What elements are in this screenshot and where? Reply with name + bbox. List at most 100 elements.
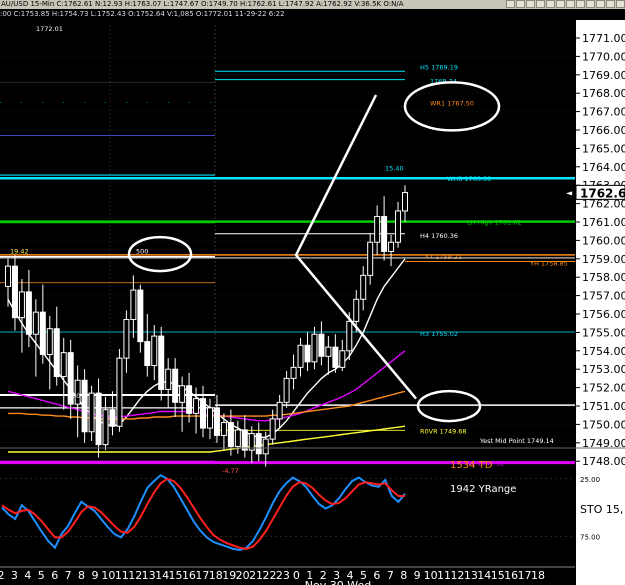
y-tick-label: 1760.00 (582, 234, 625, 247)
y-tick-label: 1759.00 (582, 253, 625, 266)
x-tick-label: 11 (437, 569, 451, 582)
annotation-label: 500 (136, 247, 148, 255)
x-tick-label: 8 (78, 569, 85, 582)
candle-body (367, 241, 374, 276)
candle-body (276, 401, 283, 420)
y-tick-label: 1758.00 (582, 271, 625, 284)
candle-body (255, 433, 262, 455)
y-tick-label: 1765.00 (582, 142, 625, 155)
candle-body (283, 377, 290, 403)
y-tick-label: 1766.00 (582, 124, 625, 137)
candle-body (269, 418, 276, 440)
x-date-label: Nov 30 Wed (305, 579, 371, 585)
candle-body (346, 320, 353, 352)
candle-body (388, 241, 395, 252)
y-tick-label: 1761.00 (582, 216, 625, 229)
candle-body (81, 379, 88, 433)
time-axis: 2 3 4 5 6 7 8 9 10 11 12 13 14 15 16 17 18 19 20 21 22 23 0 1 2 3… (0, 566, 575, 585)
candle-body (220, 422, 227, 436)
moving-averages (7, 258, 406, 453)
candle-body (290, 366, 297, 379)
stochastic-line (1, 474, 406, 552)
x-tick-label: 19 (222, 569, 236, 582)
x-tick-label: 2 (0, 569, 5, 582)
x-tick-label: 8 (400, 569, 407, 582)
y-tick-label: 1771.00 (582, 32, 625, 45)
annotation-label: -4.77 (222, 467, 239, 475)
candle-body (130, 289, 137, 321)
x-tick-label: 12 (128, 569, 142, 582)
x-tick-label: 11 (115, 569, 129, 582)
candle-body (318, 333, 325, 357)
candle-body (18, 291, 25, 319)
candle-body (311, 333, 318, 363)
candle-body (109, 409, 116, 427)
y-tick-label: 1750.00 (582, 418, 625, 431)
x-tick-label: 15 (491, 569, 505, 582)
candle-body (381, 215, 388, 252)
candle-body (374, 215, 381, 243)
candle-body (123, 319, 130, 359)
candle-body (53, 328, 60, 378)
candlesticks (5, 185, 408, 467)
level-label: Y7 1759.21 (424, 253, 462, 261)
candle-body (325, 346, 332, 357)
candle-body (339, 350, 346, 368)
last-price-arrow: ◄ (566, 188, 573, 197)
candle-body (39, 311, 46, 355)
candle-body (234, 429, 241, 447)
x-tick-label: 4 (24, 569, 31, 582)
candle-body (304, 344, 311, 363)
candle-body (360, 274, 367, 300)
candle-body (213, 407, 220, 436)
x-tick-label: 18 (209, 569, 223, 582)
stoch-title: STO 15, (580, 503, 623, 516)
level-label: LH High 1761.02 (467, 219, 521, 227)
y-tick-label: 1756.00 (582, 308, 625, 321)
x-tick-label: 6 (373, 569, 380, 582)
y-tick-label: 1764.00 (582, 161, 625, 174)
y-tick-label: 1767.00 (582, 106, 625, 119)
level-label: H3 1755.02 (420, 330, 458, 338)
x-tick-label: 7 (65, 569, 72, 582)
x-tick-label: 22 (263, 569, 277, 582)
level-label: H5 1769.19 (420, 63, 458, 71)
x-tick-label: 14 (477, 569, 491, 582)
candle-body (395, 210, 402, 243)
candle-body (102, 409, 109, 446)
stoch-tick-label: 25.00 (580, 476, 600, 484)
candle-body (144, 341, 151, 367)
candle-body (206, 407, 213, 429)
moving-average-line (7, 258, 406, 438)
x-tick-label: 23 (276, 569, 290, 582)
candle-body (179, 385, 186, 403)
candle-body (200, 398, 207, 429)
candle-body (186, 385, 193, 414)
x-tick-label: 6 (51, 569, 58, 582)
x-tick-label: 18 (531, 569, 545, 582)
candle-body (165, 368, 172, 390)
level-label: WH3 1763.38 (447, 175, 491, 183)
candle-body (25, 291, 32, 335)
level-label: Yest Mid Point 1749.14 (479, 437, 554, 445)
candle-body (32, 311, 39, 335)
price-chart[interactable]: H5 1769.191768.74WR1 1767.50WH3 1763.38L… (0, 0, 625, 585)
x-tick-label: 13 (142, 569, 156, 582)
candle-body (297, 344, 304, 368)
y-tick-label: 1748.00 (582, 455, 625, 468)
x-tick-label: 3 (11, 569, 18, 582)
candle-body (11, 265, 18, 319)
x-tick-label: 7 (387, 569, 394, 582)
y-tick-label: 1754.00 (582, 345, 625, 358)
x-tick-label: 21 (249, 569, 263, 582)
candle-body (353, 298, 360, 322)
x-tick-label: 10 (424, 569, 438, 582)
candle-body (5, 265, 11, 287)
y-tick-label: 1768.00 (582, 87, 625, 100)
y-tick-label: 1769.00 (582, 69, 625, 82)
candle-body (116, 357, 123, 427)
x-tick-label: 10 (101, 569, 115, 582)
candle-body (241, 429, 248, 451)
candle-body (227, 422, 234, 447)
x-tick-label: 14 (155, 569, 169, 582)
